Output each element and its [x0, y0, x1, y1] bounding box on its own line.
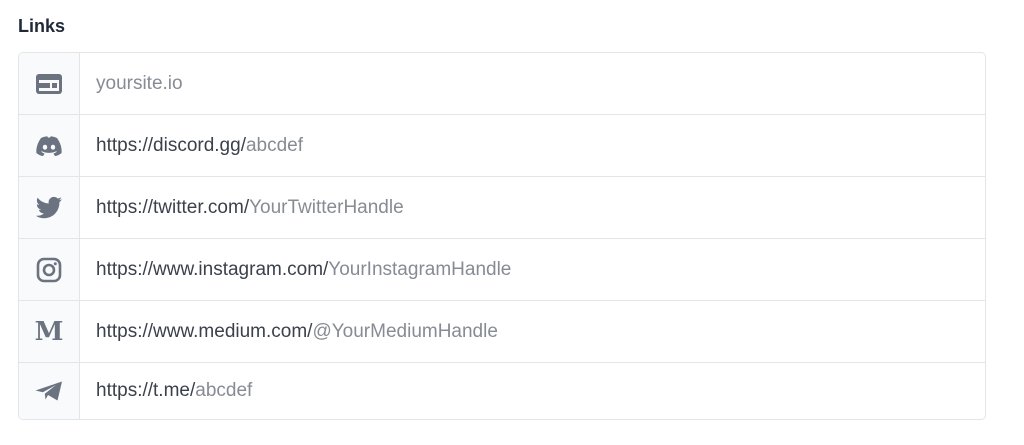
link-icon-cell	[19, 115, 80, 176]
link-row-website: yoursite.io	[19, 53, 985, 115]
twitter-url-input[interactable]: https://twitter.com/YourTwitterHandle	[80, 177, 985, 238]
instagram-url-input[interactable]: https://www.instagram.com/YourInstagramH…	[80, 239, 985, 300]
discord-icon	[36, 135, 62, 156]
twitter-url-prefix: https://twitter.com/	[96, 196, 250, 218]
instagram-url-prefix: https://www.instagram.com/	[96, 258, 329, 280]
links-section-title: Links	[18, 16, 66, 36]
medium-url-placeholder: @YourMediumHandle	[312, 320, 498, 342]
twitter-url-placeholder: YourTwitterHandle	[249, 196, 404, 218]
website-url-input[interactable]: yoursite.io	[80, 53, 985, 114]
instagram-icon	[36, 257, 62, 282]
link-icon-cell	[19, 177, 80, 238]
website-url-placeholder: yoursite.io	[96, 72, 183, 94]
medium-icon: M	[34, 316, 64, 347]
link-row-instagram: https://www.instagram.com/YourInstagramH…	[19, 239, 985, 301]
medium-url-prefix: https://www.medium.com/	[96, 320, 313, 342]
telegram-url-placeholder: abcdef	[195, 380, 253, 401]
link-icon-cell	[19, 363, 80, 419]
telegram-url-prefix: https://t.me/	[96, 380, 196, 401]
link-icon-cell	[19, 239, 80, 300]
medium-url-input[interactable]: https://www.medium.com/@YourMediumHandle	[80, 301, 985, 362]
links-list: yoursite.io https://discord.gg/abcdef ht…	[18, 52, 986, 420]
discord-url-placeholder: abcdef	[245, 134, 304, 156]
link-row-medium: M https://www.medium.com/@YourMediumHand…	[19, 301, 985, 363]
website-icon	[36, 73, 62, 94]
telegram-url-input[interactable]: https://t.me/abcdef	[80, 363, 985, 419]
instagram-url-placeholder: YourInstagramHandle	[328, 258, 512, 280]
telegram-icon	[35, 381, 62, 401]
twitter-icon	[35, 196, 62, 218]
link-icon-cell	[19, 53, 80, 114]
link-row-twitter: https://twitter.com/YourTwitterHandle	[19, 177, 985, 239]
link-icon-cell: M	[19, 301, 80, 362]
link-row-discord: https://discord.gg/abcdef	[19, 115, 985, 177]
discord-url-input[interactable]: https://discord.gg/abcdef	[80, 115, 985, 176]
link-row-telegram: https://t.me/abcdef	[19, 363, 985, 419]
discord-url-prefix: https://discord.gg/	[96, 134, 246, 156]
